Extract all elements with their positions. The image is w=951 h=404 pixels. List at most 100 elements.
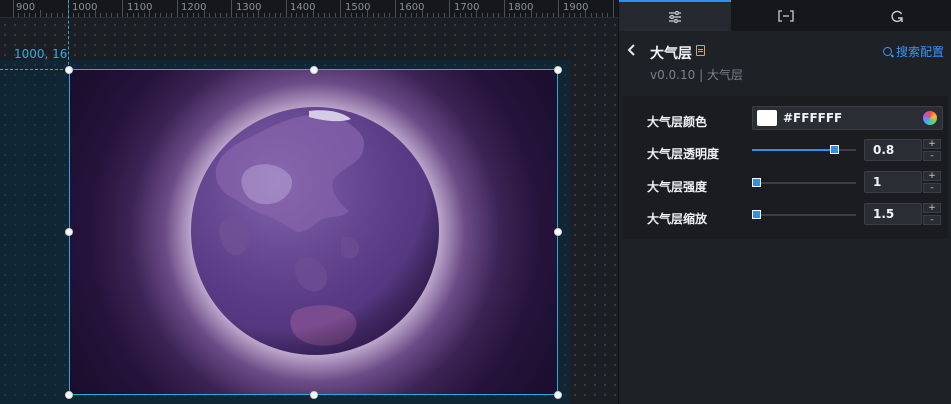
ruler-minor-tick [24, 13, 25, 17]
resize-handle-top[interactable] [310, 66, 318, 74]
ruler-minor-tick [373, 13, 374, 17]
ruler-label: 1800 [508, 2, 534, 13]
settings-sliders-icon [669, 10, 681, 23]
ruler-minor-tick [18, 13, 19, 17]
resize-handle-top-right[interactable] [554, 66, 562, 74]
ruler-minor-tick [160, 13, 161, 17]
ruler-minor-tick [318, 13, 319, 17]
component-title: 大气层 [650, 46, 692, 62]
guide-line-vertical [68, 0, 69, 70]
strength-slider[interactable] [752, 178, 856, 187]
canvas-area[interactable]: 900 1000 1100 1200 1300 1400 1500 1600 1… [0, 0, 618, 404]
config-panel: 大气层 v0.0.10 | 大气层 搜索配置 大气层颜色 #FFFFFF 大气层… [618, 0, 951, 404]
tab-data[interactable] [731, 0, 841, 31]
ruler-minor-tick [367, 10, 368, 17]
strength-input[interactable]: 1 [864, 171, 922, 193]
ruler-minor-tick [438, 13, 439, 17]
ruler-minor-tick [198, 13, 199, 17]
ruler-tick [122, 0, 123, 17]
ruler-minor-tick [607, 13, 608, 17]
prop-label: 大气层透明度 [647, 147, 720, 161]
opacity-slider[interactable] [752, 145, 856, 154]
decrement-button[interactable]: - [923, 183, 941, 193]
ruler-minor-tick [602, 13, 603, 17]
ruler-minor-tick [236, 13, 237, 17]
opacity-stepper: + - [923, 139, 941, 161]
ruler-minor-tick [46, 13, 47, 17]
chevron-left-icon[interactable] [627, 42, 637, 61]
ruler-minor-tick [258, 10, 259, 17]
ruler-tick [231, 0, 232, 17]
atmosphere-component[interactable] [69, 69, 558, 395]
ruler-minor-tick [138, 13, 139, 17]
color-picker-field[interactable]: #FFFFFF [752, 106, 943, 130]
decrement-button[interactable]: - [923, 215, 941, 225]
ruler-minor-tick [542, 13, 543, 17]
ruler-tick [177, 0, 178, 17]
increment-button[interactable]: + [923, 203, 941, 213]
color-value: #FFFFFF [783, 111, 843, 125]
ruler-minor-tick [269, 13, 270, 17]
search-icon [882, 47, 892, 56]
ruler-minor-tick [193, 13, 194, 17]
scale-slider[interactable] [752, 210, 856, 219]
ruler-minor-tick [253, 13, 254, 17]
strength-stepper: + - [923, 171, 941, 193]
search-config-link[interactable]: 搜索配置 [882, 43, 944, 60]
ruler-minor-tick [416, 13, 417, 17]
resize-handle-bottom[interactable] [310, 391, 318, 399]
decrement-button[interactable]: - [923, 151, 941, 161]
ruler-minor-tick [427, 13, 428, 17]
resize-handle-top-left[interactable] [65, 66, 73, 74]
ruler-minor-tick [465, 13, 466, 17]
ruler-minor-tick [384, 13, 385, 17]
color-wheel-icon[interactable] [923, 111, 937, 125]
ruler-minor-tick [324, 13, 325, 17]
tab-settings[interactable] [619, 0, 731, 31]
strength-slider-thumb[interactable] [752, 178, 761, 187]
increment-button[interactable]: + [923, 139, 941, 149]
scale-slider-thumb[interactable] [752, 210, 761, 219]
ruler-minor-tick [585, 10, 586, 17]
resize-handle-bottom-right[interactable] [554, 391, 562, 399]
ruler-tick [395, 0, 396, 17]
ruler-tick [340, 0, 341, 17]
ruler-minor-tick [482, 13, 483, 17]
ruler-minor-tick [307, 13, 308, 17]
opacity-slider-thumb[interactable] [830, 145, 839, 154]
ruler-minor-tick [78, 13, 79, 17]
ruler-minor-tick [531, 10, 532, 17]
ruler-label: 1200 [181, 2, 207, 13]
position-readout: 1000, 16 [14, 47, 68, 61]
ruler-minor-tick [171, 13, 172, 17]
resize-handle-bottom-left[interactable] [65, 391, 73, 399]
document-icon[interactable] [696, 45, 705, 56]
prop-label: 大气层强度 [647, 180, 708, 194]
ruler-minor-tick [569, 13, 570, 17]
ruler-minor-tick [471, 13, 472, 17]
ruler-minor-tick [563, 13, 564, 17]
ruler-minor-tick [444, 13, 445, 17]
color-swatch[interactable] [757, 110, 777, 126]
ruler-minor-tick [553, 13, 554, 17]
ruler-minor-tick [362, 13, 363, 17]
ruler-minor-tick [133, 13, 134, 17]
ruler-minor-tick [536, 13, 537, 17]
resize-handle-right[interactable] [554, 228, 562, 236]
ruler-minor-tick [57, 13, 58, 17]
ruler-minor-tick [378, 13, 379, 17]
resize-handle-left[interactable] [65, 228, 73, 236]
ruler-minor-tick [411, 13, 412, 17]
opacity-input[interactable]: 0.8 [864, 139, 922, 161]
ruler-label: 900 [16, 2, 36, 13]
scale-input[interactable]: 1.5 [864, 203, 922, 225]
ruler-minor-tick [574, 13, 575, 17]
tab-interaction[interactable] [841, 0, 951, 31]
ruler-minor-tick [389, 13, 390, 17]
increment-button[interactable]: + [923, 171, 941, 181]
ruler-minor-tick [514, 13, 515, 17]
ruler-minor-tick [345, 13, 346, 17]
ruler-tick [13, 0, 14, 17]
ruler-minor-tick [591, 13, 592, 17]
ruler-minor-tick [264, 13, 265, 17]
